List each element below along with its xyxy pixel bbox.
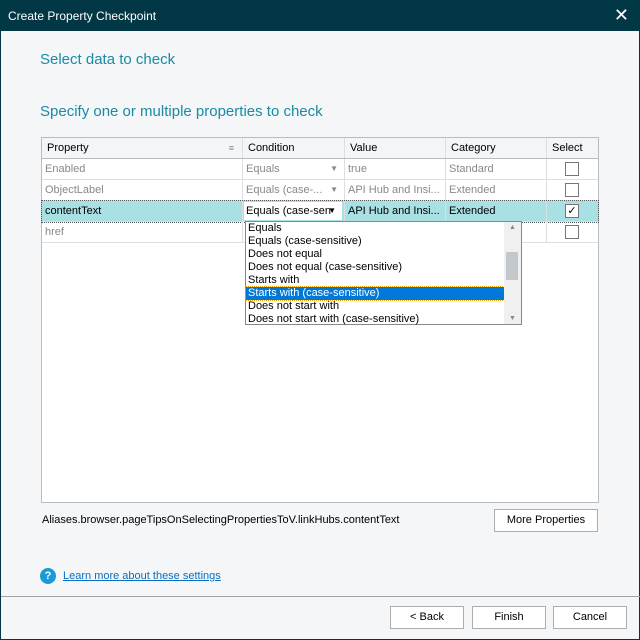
select-checkbox[interactable] [565, 162, 579, 176]
dropdown-option[interactable]: Equals (case-sensitive) [246, 235, 504, 248]
column-header-property[interactable]: Property ≡ [42, 138, 243, 158]
category-cell: Extended [446, 201, 547, 221]
condition-cell[interactable]: Equals ▼ [243, 159, 345, 179]
table-row-selected[interactable]: contentText Equals (case-sen ▼ API Hub an… [41, 200, 599, 223]
column-header-value[interactable]: Value [345, 138, 446, 158]
table-row[interactable]: Enabled Equals ▼ true Standard [42, 159, 598, 180]
property-cell: contentText [42, 201, 243, 221]
value-cell[interactable]: API Hub and Insi... [345, 180, 446, 200]
dropdown-option[interactable]: Does not start with [246, 300, 504, 313]
condition-editor[interactable]: Equals (case-sen ▼ [244, 202, 342, 220]
section-heading: Specify one or multiple properties to ch… [40, 103, 323, 120]
grid-header: Property ≡ Condition Value Category Selec… [42, 138, 598, 159]
condition-dropdown-list[interactable]: Equals Equals (case-sensitive) Does not … [245, 221, 522, 325]
category-cell: Extended [446, 180, 547, 200]
property-cell: Enabled [42, 159, 243, 179]
dropdown-option[interactable]: Does not equal (case-sensitive) [246, 261, 504, 274]
scroll-down-icon[interactable]: ▼ [509, 315, 516, 322]
dropdown-scrollbar[interactable]: ▲ ▼ [504, 222, 521, 324]
object-path: Aliases.browser.pageTipsOnSelectingPrope… [42, 514, 400, 526]
scroll-up-icon[interactable]: ▲ [509, 224, 516, 231]
back-button[interactable]: < Back [390, 606, 464, 629]
dropdown-arrow-icon[interactable]: ▼ [330, 180, 338, 200]
column-header-category[interactable]: Category [446, 138, 547, 158]
finish-button[interactable]: Finish [472, 606, 546, 629]
condition-cell[interactable]: Equals (case-... ▼ [243, 180, 345, 200]
window-title: Create Property Checkpoint [8, 9, 157, 23]
scrollbar-thumb[interactable] [506, 252, 518, 280]
select-checkbox[interactable] [565, 225, 579, 239]
property-cell: ObjectLabel [42, 180, 243, 200]
dropdown-option[interactable]: Does not equal [246, 248, 504, 261]
condition-cell[interactable]: Equals (case-sen ▼ [243, 201, 345, 221]
close-icon[interactable]: ✕ [614, 5, 629, 26]
step-heading: Select data to check [40, 51, 176, 68]
cancel-button[interactable]: Cancel [553, 606, 627, 629]
learn-more-link[interactable]: Learn more about these settings [63, 570, 221, 582]
value-cell[interactable]: true [345, 159, 446, 179]
value-cell[interactable]: API Hub and Insi... [345, 201, 446, 221]
dropdown-arrow-icon[interactable]: ▼ [330, 159, 338, 179]
help-icon[interactable]: ? [40, 568, 56, 584]
column-header-condition[interactable]: Condition [243, 138, 345, 158]
title-bar: Create Property Checkpoint ✕ [1, 1, 640, 31]
dropdown-option-highlighted[interactable]: Starts with (case-sensitive) [245, 286, 505, 301]
dropdown-option[interactable]: Does not start with (case-sensitive) [246, 313, 504, 326]
select-checkbox[interactable] [565, 183, 579, 197]
sort-icon: ≡ [228, 143, 234, 153]
dropdown-option[interactable]: Equals [246, 222, 504, 235]
select-checkbox[interactable]: ✓ [565, 204, 579, 218]
column-header-select[interactable]: Select [547, 138, 598, 158]
dropdown-arrow-icon[interactable]: ▼ [328, 202, 336, 220]
dropdown-option[interactable]: Starts with [246, 274, 504, 287]
more-properties-button[interactable]: More Properties [494, 509, 598, 532]
property-cell: href [42, 222, 243, 242]
category-cell: Standard [446, 159, 547, 179]
footer-divider [1, 596, 640, 597]
table-row[interactable]: ObjectLabel Equals (case-... ▼ API Hub an… [42, 180, 598, 201]
